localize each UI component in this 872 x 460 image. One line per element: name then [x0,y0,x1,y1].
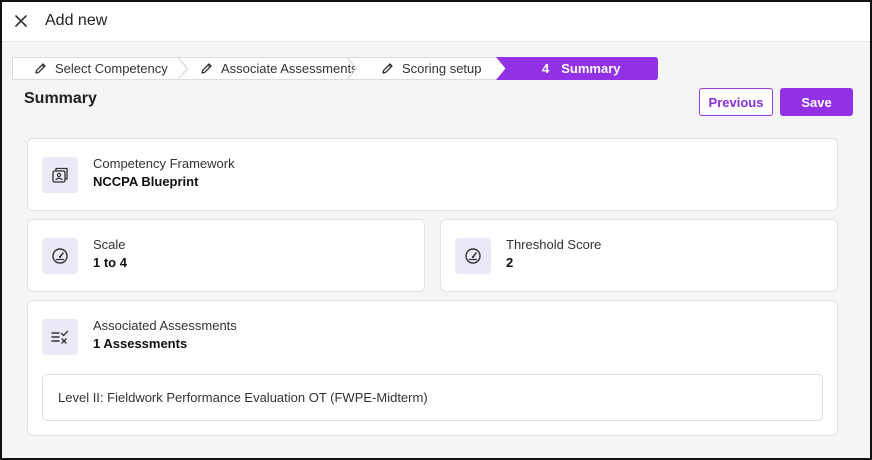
competency-framework-card: Competency Framework NCCPA Blueprint [27,138,838,211]
gauge-icon [465,248,481,264]
step-summary[interactable]: 4 Summary [496,57,658,80]
step-scoring-setup[interactable]: Scoring setup [347,57,507,80]
threshold-value: 2 [506,255,514,270]
framework-label: Competency Framework [93,156,235,171]
step-associate-assessments[interactable]: Associate Assessments [178,57,358,80]
framework-icon-box [42,157,78,193]
scale-card: Scale 1 to 4 [27,219,425,292]
associated-assessments-card: Associated Assessments 1 Assessments Lev… [27,300,838,436]
threshold-label: Threshold Score [506,237,602,252]
dialog-title: Add new [45,12,108,29]
threshold-score-card: Threshold Score 2 [440,219,838,292]
dialog-header: Add new [2,2,870,42]
assessments-count: 1 Assessments [93,336,188,351]
threshold-icon-box [455,238,491,274]
close-button[interactable] [10,10,32,32]
assessments-label: Associated Assessments [93,318,237,333]
page-title: Summary [24,90,97,107]
step-label: Select Competency [55,61,168,76]
scale-icon-box [42,238,78,274]
previous-button[interactable]: Previous [699,88,773,116]
pencil-icon [382,63,393,74]
step-label: Associate Assessments [221,61,358,76]
framework-icon [52,167,68,183]
framework-value: NCCPA Blueprint [93,174,199,189]
step-select-competency[interactable]: Select Competency [12,57,188,80]
save-button[interactable]: Save [780,88,853,116]
scale-label: Scale [93,237,126,252]
step-label: Summary [561,61,621,76]
assessment-list-item[interactable]: Level II: Fieldwork Performance Evaluati… [42,374,823,421]
add-new-dialog: Add new Select Competency Associate Asse… [0,0,872,460]
scale-value: 1 to 4 [93,255,127,270]
pencil-icon [35,63,46,74]
gauge-icon [52,248,68,264]
assessments-icon-box [42,319,78,355]
checklist-icon [51,330,69,344]
pencil-icon [201,63,212,74]
step-number: 4 [542,61,550,76]
step-label: Scoring setup [402,61,482,76]
stepper: Select Competency Associate Assessments [12,57,658,80]
close-icon [15,15,27,27]
